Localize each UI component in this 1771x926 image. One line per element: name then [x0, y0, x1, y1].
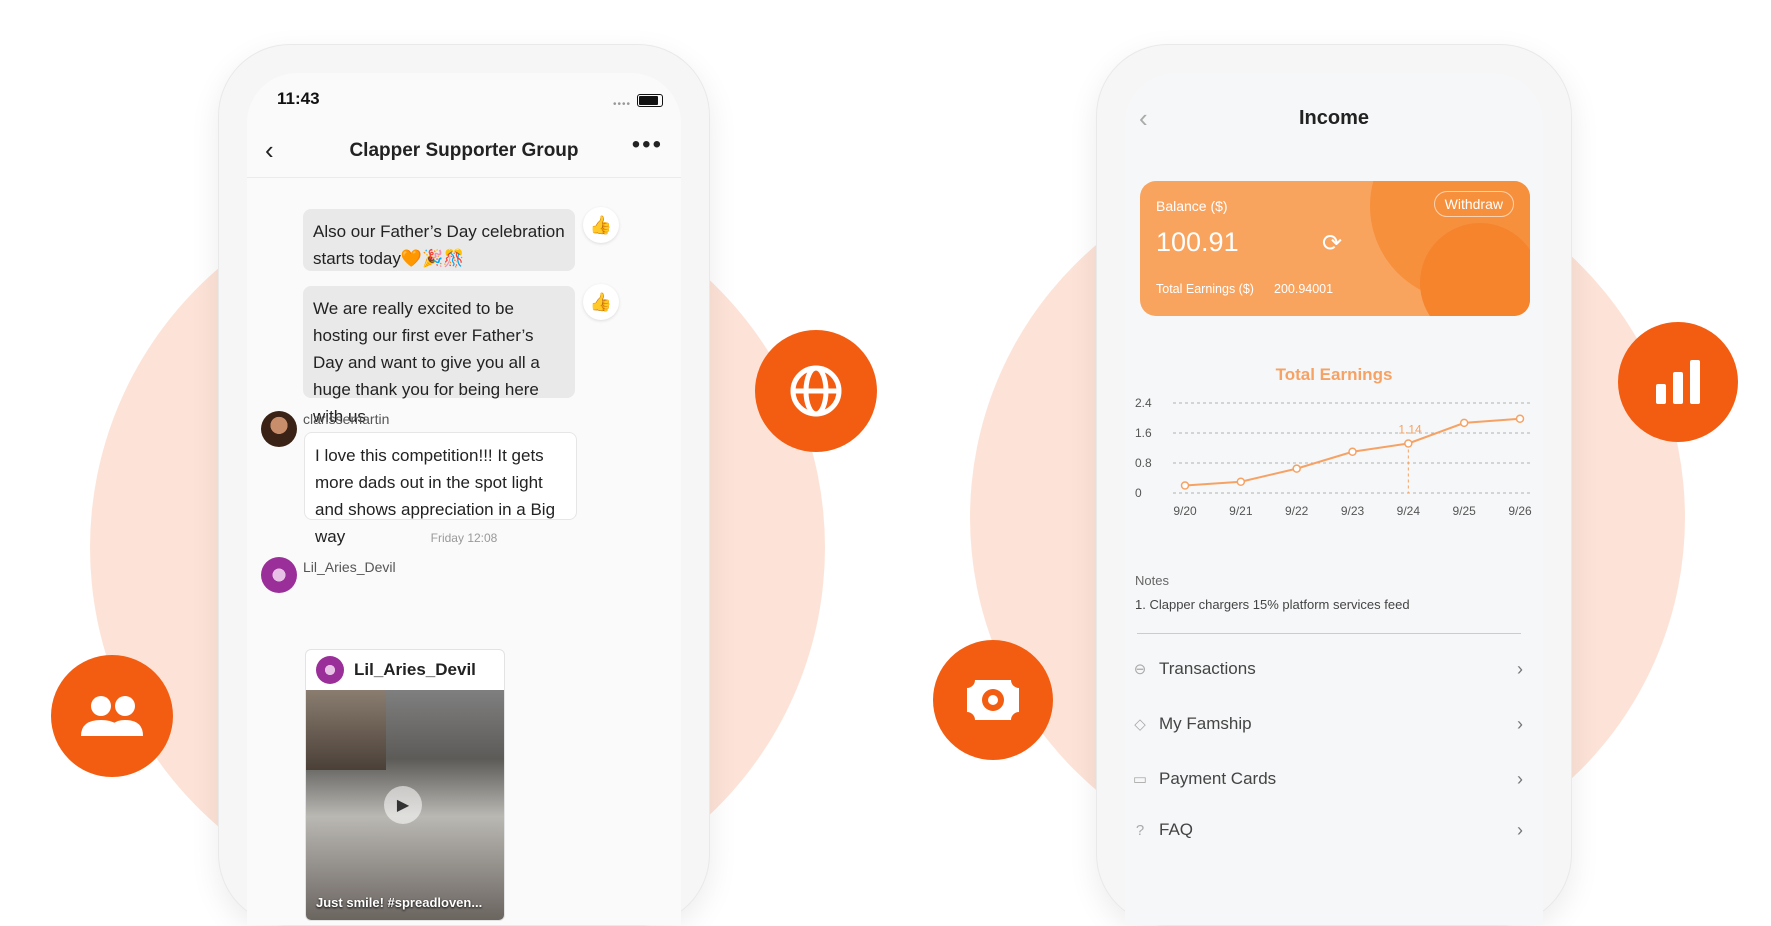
withdraw-button[interactable]: Withdraw	[1433, 191, 1514, 217]
message-username: Lil_Aries_Devil	[303, 559, 396, 575]
timestamp: Friday 12:08	[430, 531, 498, 545]
chevron-right-icon: ›	[1517, 658, 1523, 679]
divider	[1137, 633, 1521, 634]
play-icon[interactable]: ▶	[384, 786, 422, 824]
balance-label: Balance ($)	[1156, 198, 1228, 214]
post-header: Lil_Aries_Devil	[306, 650, 504, 690]
note-item: 1. Clapper chargers 15% platform service…	[1135, 597, 1410, 612]
data-point	[1292, 464, 1301, 473]
data-point	[1404, 439, 1413, 448]
avatar[interactable]	[261, 411, 297, 447]
chart-title: Total Earnings	[1275, 365, 1393, 384]
chat-header: ‹ Clapper Supporter Group •••	[247, 125, 681, 178]
money-badge	[933, 640, 1053, 760]
y-tick-label: 0	[1135, 486, 1142, 500]
income-screen: ‹ Income Balance ($) 100.91 ⟳ Withdraw T…	[1125, 73, 1543, 925]
group-badge	[51, 655, 173, 777]
message-bubble: I love this competition!!! It gets more …	[304, 432, 577, 546]
chevron-right-icon: ›	[1517, 768, 1523, 789]
avatar	[316, 656, 344, 684]
chevron-right-icon: ›	[1517, 819, 1523, 840]
group-icon	[81, 696, 143, 736]
menu-item-label: My Famship	[1159, 714, 1252, 733]
globe-icon	[790, 365, 842, 417]
y-tick-label: 1.6	[1135, 426, 1152, 440]
x-tick-label: 9/24	[1397, 504, 1421, 518]
menu-item-faq[interactable]: ? FAQ ›	[1131, 815, 1523, 845]
chat-screen: 11:43 •••• ‹ Clapper Supporter Group •••…	[247, 73, 681, 925]
earnings-chart: 2.4 1.6 0.8 0 9/20 9/21 9/22 9/23 9/24 9/25 9/26 1.…	[1135, 396, 1532, 518]
phone-income: ‹ Income Balance ($) 100.91 ⟳ Withdraw T…	[1096, 44, 1572, 926]
post-video-thumbnail[interactable]: ▶ Just smile! #spreadloven...	[306, 690, 504, 920]
message-bubble: We are really excited to be hosting our …	[303, 286, 575, 426]
money-icon	[965, 678, 1021, 722]
y-tick-label: 0.8	[1135, 456, 1152, 470]
thumbs-up-icon[interactable]: 👍	[583, 284, 619, 320]
balance-value: 100.91	[1156, 227, 1239, 257]
status-bar: 11:43 ••••	[247, 73, 681, 123]
globe-badge	[755, 330, 877, 452]
card-icon: ▭	[1132, 771, 1148, 788]
more-icon[interactable]: •••	[632, 131, 663, 159]
status-time: 11:43	[277, 89, 320, 108]
bar-chart-icon	[1656, 360, 1700, 404]
signal-icon: ••••	[612, 99, 631, 110]
balance-card: Balance ($) 100.91 ⟳ Withdraw Total Earn…	[1140, 181, 1530, 316]
x-tick-label: 9/20	[1173, 504, 1197, 518]
video-inset	[306, 690, 386, 770]
data-point	[1348, 447, 1357, 456]
menu-item-label: Payment Cards	[1159, 769, 1277, 788]
diamond-icon: ◇	[1134, 716, 1146, 733]
shared-post-card[interactable]: Lil_Aries_Devil ▶ Just smile! #spreadlov…	[305, 649, 505, 921]
data-point	[1180, 481, 1190, 490]
menu-item-famship[interactable]: ◇ My Famship ›	[1131, 709, 1523, 739]
message-username: clarissemartin	[303, 411, 390, 427]
x-tick-label: 9/21	[1229, 504, 1253, 518]
income-header: ‹ Income	[1125, 73, 1543, 153]
notes-title: Notes	[1135, 573, 1169, 588]
x-tick-label: 9/25	[1452, 504, 1476, 518]
post-username: Lil_Aries_Devil	[354, 660, 476, 679]
bar-chart-badge	[1618, 322, 1738, 442]
transactions-icon: ⊖	[1133, 661, 1147, 678]
refresh-icon[interactable]: ⟳	[1322, 229, 1342, 258]
y-tick-label: 2.4	[1135, 396, 1152, 410]
menu-item-label: FAQ	[1159, 820, 1194, 839]
total-earnings-label: Total Earnings ($)	[1156, 282, 1254, 296]
chat-title: Clapper Supporter Group	[349, 140, 579, 161]
phone-chat: 11:43 •••• ‹ Clapper Supporter Group •••…	[218, 44, 710, 926]
avatar[interactable]	[261, 557, 297, 593]
data-point	[1515, 414, 1525, 423]
x-tick-label: 9/26	[1508, 504, 1532, 518]
x-tick-label: 9/22	[1285, 504, 1309, 518]
data-point	[1459, 418, 1469, 428]
help-icon: ?	[1135, 821, 1145, 839]
x-tick-label: 9/23	[1341, 504, 1365, 518]
post-caption: Just smile! #spreadloven...	[316, 895, 483, 910]
income-title: Income	[1298, 107, 1370, 129]
menu-item-payment-cards[interactable]: ▭ Payment Cards ›	[1131, 764, 1523, 794]
message-bubble: Also our Father’s Day celebration starts…	[303, 209, 575, 271]
menu-item-label: Transactions	[1159, 659, 1256, 678]
data-point	[1236, 477, 1246, 486]
battery-icon	[637, 94, 663, 107]
menu-item-transactions[interactable]: ⊖ Transactions ›	[1131, 654, 1523, 684]
chevron-right-icon: ›	[1517, 713, 1523, 734]
data-label: 1.14	[1398, 423, 1422, 437]
total-earnings-value: 200.94001	[1274, 282, 1334, 296]
thumbs-up-icon[interactable]: 👍	[583, 207, 619, 243]
